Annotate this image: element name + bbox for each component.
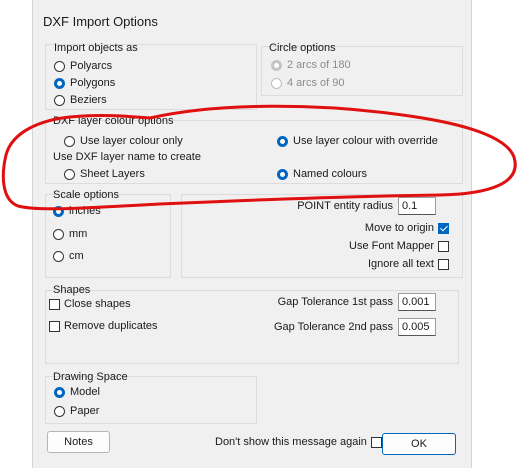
point-radius-input[interactable]: 0.1 <box>398 197 436 215</box>
radio-use-layer-colour-override-indicator[interactable] <box>277 135 288 147</box>
remove-duplicates-checkbox[interactable] <box>49 320 60 332</box>
radio-polyarcs-indicator[interactable] <box>54 60 65 72</box>
radio-polyarcs-label: Polyarcs <box>70 60 113 72</box>
circle-options-label: Circle options <box>269 42 336 54</box>
layer-name-label: Use DXF layer name to create <box>53 151 201 163</box>
dont-show-label: Don't show this message again <box>215 436 367 448</box>
gap2-input[interactable]: 0.005 <box>398 318 436 336</box>
move-to-origin-checkbox[interactable] <box>438 222 449 234</box>
radio-4-arcs-indicator[interactable] <box>271 77 282 89</box>
dialog-title: DXF Import Options <box>43 14 158 29</box>
radio-mm-indicator[interactable] <box>53 228 64 240</box>
use-font-mapper-checkbox[interactable] <box>438 240 449 252</box>
layer-colour-label: DXF layer colour options <box>53 115 174 127</box>
radio-polygons-label: Polygons <box>70 77 116 89</box>
radio-beziers[interactable]: Beziers <box>54 94 107 106</box>
point-radius-row: POINT entity radius 0.1 <box>297 197 436 215</box>
radio-2-arcs-indicator[interactable] <box>271 59 282 71</box>
radio-paper-indicator[interactable] <box>54 405 65 417</box>
gap1-input[interactable]: 0.001 <box>398 293 436 311</box>
point-radius-label: POINT entity radius <box>297 200 393 212</box>
dxf-import-dialog: DXF Import Options Import objects as Pol… <box>32 0 472 468</box>
radio-sheet-layers-indicator[interactable] <box>64 168 75 180</box>
close-shapes-row[interactable]: Close shapes <box>49 298 131 310</box>
radio-use-layer-colour-only-indicator[interactable] <box>64 135 75 147</box>
radio-inches-label: inches <box>69 205 101 217</box>
dont-show-row[interactable]: Don't show this message again <box>215 436 382 448</box>
dont-show-checkbox[interactable] <box>370 436 382 448</box>
remove-duplicates-label: Remove duplicates <box>64 320 158 332</box>
use-font-mapper-row[interactable]: Use Font Mapper <box>349 240 449 252</box>
gap2-row: Gap Tolerance 2nd pass 0.005 <box>274 318 436 336</box>
radio-sheet-layers[interactable]: Sheet Layers <box>64 168 145 180</box>
radio-model-label: Model <box>70 386 100 398</box>
radio-mm[interactable]: mm <box>53 228 87 240</box>
radio-sheet-layers-label: Sheet Layers <box>80 168 145 180</box>
move-to-origin-label: Move to origin <box>364 222 434 234</box>
radio-4-arcs[interactable]: 4 arcs of 90 <box>271 77 344 89</box>
close-shapes-checkbox[interactable] <box>49 298 60 310</box>
radio-cm-label: cm <box>69 250 84 262</box>
radio-beziers-indicator[interactable] <box>54 94 65 106</box>
radio-model[interactable]: Model <box>54 386 100 398</box>
ignore-all-text-row[interactable]: Ignore all text <box>368 258 449 270</box>
remove-duplicates-row[interactable]: Remove duplicates <box>49 320 158 332</box>
radio-mm-label: mm <box>69 228 88 240</box>
radio-inches[interactable]: inches <box>53 205 101 217</box>
gap1-row: Gap Tolerance 1st pass 0.001 <box>278 293 436 311</box>
radio-4-arcs-label: 4 arcs of 90 <box>287 77 345 89</box>
ignore-all-text-label: Ignore all text <box>367 258 434 270</box>
radio-model-indicator[interactable] <box>54 386 65 398</box>
radio-cm[interactable]: cm <box>53 250 84 262</box>
radio-beziers-label: Beziers <box>70 94 107 106</box>
radio-cm-indicator[interactable] <box>53 250 64 262</box>
radio-use-layer-colour-only-label: Use layer colour only <box>80 135 183 147</box>
radio-2-arcs[interactable]: 2 arcs of 180 <box>271 59 351 71</box>
radio-use-layer-colour-override-label: Use layer colour with override <box>293 135 438 147</box>
move-to-origin-row[interactable]: Move to origin <box>365 222 449 234</box>
radio-polygons-indicator[interactable] <box>54 77 65 89</box>
ignore-all-text-checkbox[interactable] <box>438 258 449 270</box>
radio-named-colours-indicator[interactable] <box>277 168 288 180</box>
radio-use-layer-colour-only[interactable]: Use layer colour only <box>64 135 183 147</box>
ok-button[interactable]: OK <box>382 433 456 455</box>
radio-paper[interactable]: Paper <box>54 405 99 417</box>
notes-button[interactable]: Notes <box>47 431 110 453</box>
close-shapes-label: Close shapes <box>64 298 131 310</box>
radio-named-colours[interactable]: Named colours <box>277 168 367 180</box>
radio-polygons[interactable]: Polygons <box>54 77 115 89</box>
import-objects-label: Import objects as <box>54 42 138 54</box>
radio-polyarcs[interactable]: Polyarcs <box>54 60 112 72</box>
radio-paper-label: Paper <box>70 405 100 417</box>
gap2-label: Gap Tolerance 2nd pass <box>273 321 393 333</box>
radio-inches-indicator[interactable] <box>53 205 64 217</box>
scale-options-label: Scale options <box>53 189 120 201</box>
use-font-mapper-label: Use Font Mapper <box>349 240 434 252</box>
gap1-label: Gap Tolerance 1st pass <box>277 296 393 308</box>
radio-named-colours-label: Named colours <box>293 168 367 180</box>
radio-2-arcs-label: 2 arcs of 180 <box>287 59 351 71</box>
drawing-space-label: Drawing Space <box>53 371 128 383</box>
shapes-label: Shapes <box>53 284 91 296</box>
radio-use-layer-colour-override[interactable]: Use layer colour with override <box>277 135 438 147</box>
